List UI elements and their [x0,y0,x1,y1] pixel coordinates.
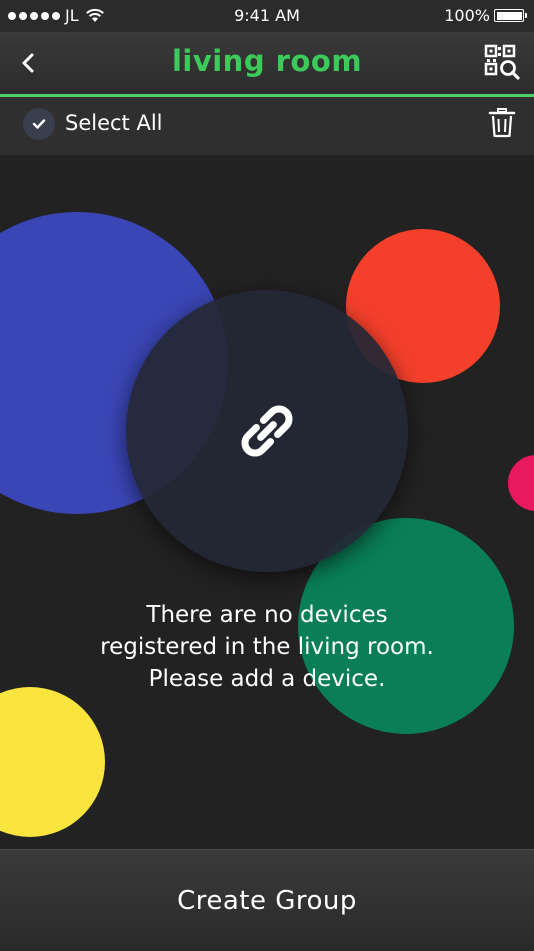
status-bar: JL 9:41 AM 100% [0,0,534,32]
select-all-bar: Select All [0,97,534,156]
decorative-yellow-circle [0,687,105,837]
decorative-pink-circle [508,455,534,511]
page-title: living room [171,44,363,78]
battery-icon [494,9,527,22]
create-group-label: Create Group [177,885,357,916]
link-icon [241,405,293,457]
select-all-checkbox[interactable] [23,108,55,140]
status-right: 100% [444,6,527,25]
select-all-label[interactable]: Select All [65,111,163,135]
empty-state-area: There are no devices registered in the l… [0,155,534,849]
center-link-circle [126,290,408,572]
empty-state-message: There are no devices registered in the l… [100,602,434,692]
create-group-button[interactable]: Create Group [0,849,534,951]
battery-percent: 100% [444,6,490,25]
qr-search-icon[interactable] [484,44,520,80]
trash-icon[interactable] [488,108,516,138]
navigation-bar: living room [0,32,534,97]
checkmark-icon [32,119,46,129]
